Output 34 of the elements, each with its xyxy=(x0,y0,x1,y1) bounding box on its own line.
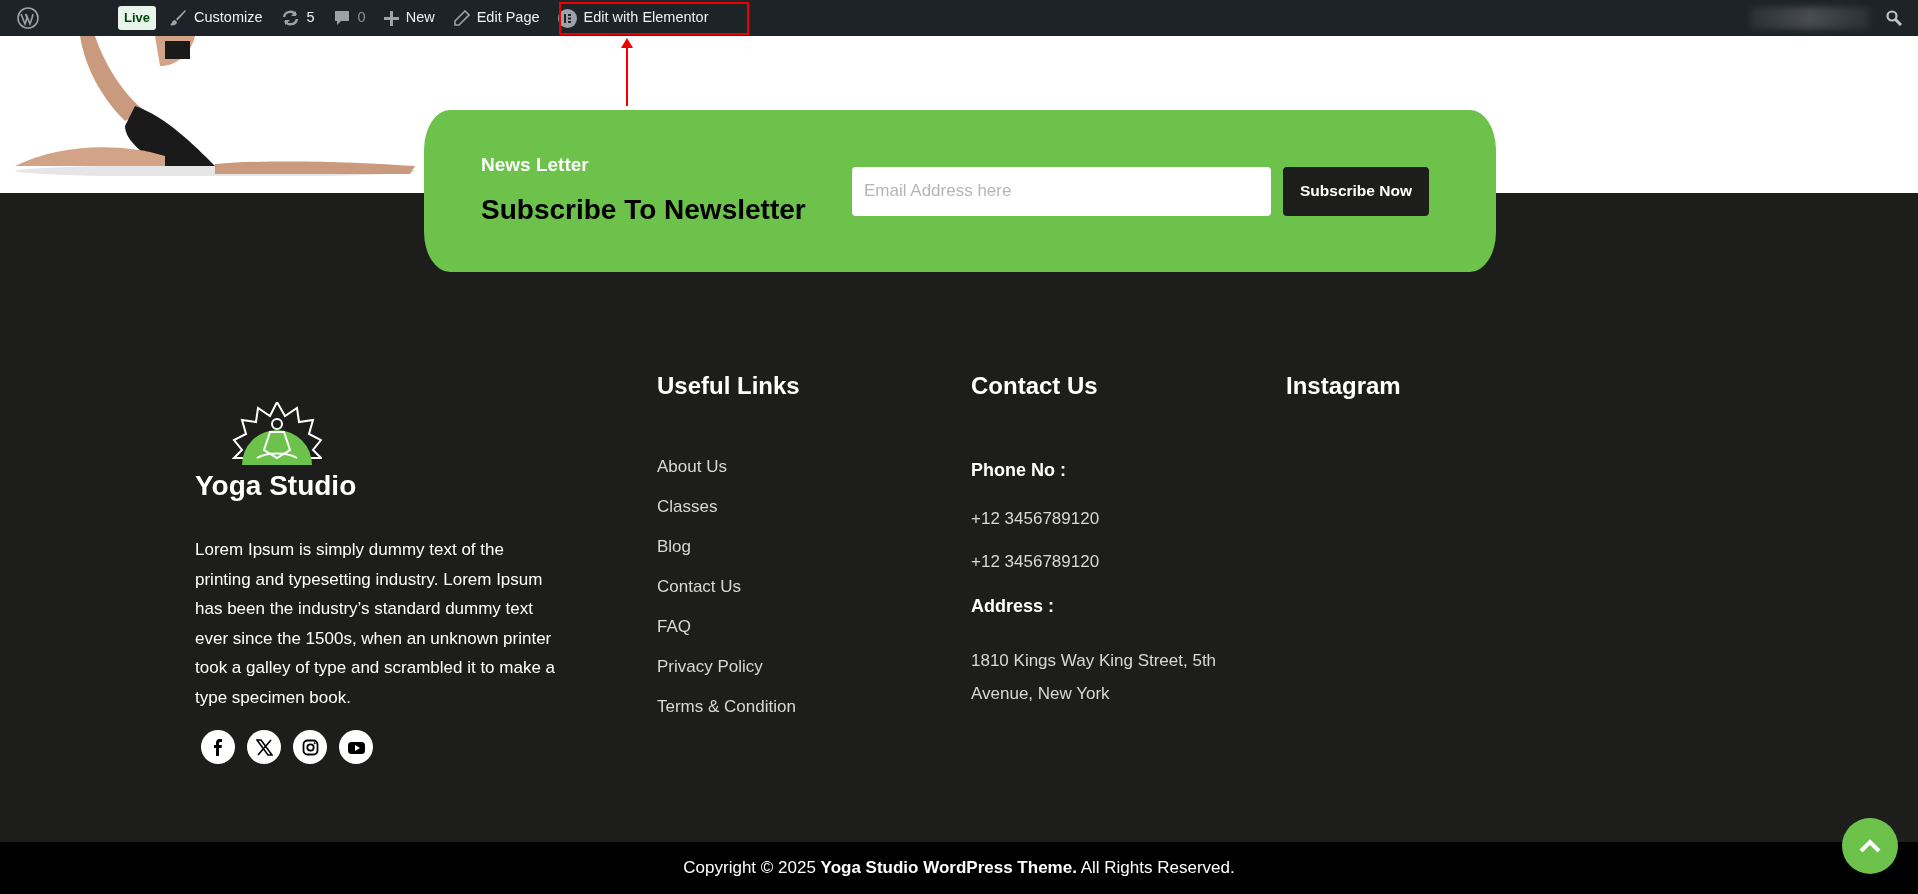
footer-link[interactable]: FAQ xyxy=(657,616,971,637)
item-label: Customize xyxy=(194,8,263,28)
admin-bar-item[interactable]: Edit with Elementor xyxy=(548,0,718,36)
phone-number: +12 3456789120 xyxy=(971,551,1101,574)
column-heading: Useful Links xyxy=(657,372,801,401)
column-heading: Instagram xyxy=(1286,372,1401,401)
column-heading: Contact Us xyxy=(971,372,1099,401)
footer-link[interactable]: Terms & Condition xyxy=(657,696,971,717)
footer-link[interactable]: Contact Us xyxy=(657,576,971,597)
footer-link[interactable]: About Us xyxy=(657,456,971,477)
footer-link[interactable]: Classes xyxy=(657,496,971,517)
admin-bar-item[interactable]: New xyxy=(374,0,444,36)
item-label: New xyxy=(405,8,435,28)
email-field[interactable]: Email Address here xyxy=(852,166,1271,216)
newsletter-title: Subscribe To Newsletter xyxy=(481,193,807,228)
address-text: 1810 Kings Way King Street, 5th Avenue, New York xyxy=(971,649,1218,705)
live-badge: Live xyxy=(118,6,156,30)
brand-name: Yoga Studio xyxy=(195,469,358,503)
address-label: Address : xyxy=(971,594,1056,618)
phone-number: +12 3456789120 xyxy=(971,507,1101,530)
brand-description: Lorem Ipsum is simply dummy text of the printing and typesetting industry. Lorem Ipsum has been the industry’s standard dummy text ever since the 1500s, when an unknown printer took a galley of type and scrambled it to make a type specimen book. xyxy=(195,539,557,709)
item-label: Edit with Elementor xyxy=(583,8,709,28)
count-label: 5 xyxy=(306,8,315,28)
admin-bar-item[interactable]: 5 xyxy=(271,0,324,36)
footer-link[interactable]: Privacy Policy xyxy=(657,656,971,677)
item-label: Edit Page xyxy=(476,8,540,28)
count-label: 0 xyxy=(357,8,366,28)
admin-bar-item[interactable]: Customize xyxy=(160,0,272,36)
admin-bar-item[interactable]: Edit Page xyxy=(443,0,549,36)
newsletter-eyebrow: News Letter xyxy=(481,152,590,177)
footer-link[interactable]: Blog xyxy=(657,536,971,557)
copyright-text: Copyright © 2025 Yoga Studio WordPress Theme. All Rights Reserved. xyxy=(683,857,1235,880)
phone-label: Phone No : xyxy=(971,458,1067,482)
subscribe-button[interactable]: Subscribe Now xyxy=(1283,166,1429,216)
